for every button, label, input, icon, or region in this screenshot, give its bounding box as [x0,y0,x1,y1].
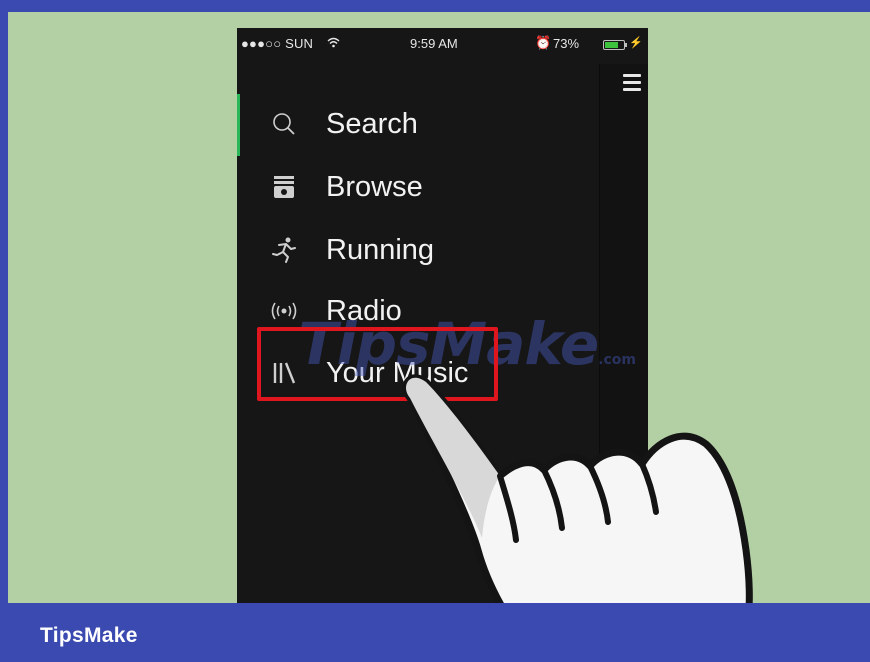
battery-percent: 73% [553,36,580,51]
illustration-canvas: ●●●○○ SUN 9:59 AM ⏰ 73% ⚡ Search Browse … [8,12,870,603]
battery-icon [603,40,625,50]
alarm-icon: ⏰ [535,35,552,50]
radio-icon [271,302,297,320]
carrier-label: ●●●○○ SUN [241,36,314,51]
menu-item-label: Search [326,108,418,140]
battery-fill [605,42,618,48]
battery-tip [625,43,627,47]
running-icon [272,237,296,263]
menu-item-label: Browse [326,171,423,203]
browse-icon [274,176,294,198]
status-time: 9:59 AM [410,36,458,51]
frame-left [0,0,8,662]
hamburger-line [623,88,641,91]
menu-item-running[interactable]: Running [237,225,597,275]
footer-brand: TipsMake [40,624,138,647]
menu-item-label: Radio [326,295,402,327]
search-icon [273,113,295,135]
menu-item-browse[interactable]: Browse [237,162,597,212]
frame-top [0,0,870,12]
pointing-hand-icon [402,374,753,603]
hamburger-menu-icon[interactable] [623,74,641,95]
hamburger-line [623,81,641,84]
footer-bar: TipsMake [0,603,870,662]
status-bar: ●●●○○ SUN 9:59 AM ⏰ 73% ⚡ [237,28,648,64]
hamburger-line [623,74,641,77]
wifi-icon [327,37,340,48]
bolt-icon: ⚡ [629,37,643,49]
menu-item-search[interactable]: Search [237,99,597,149]
menu-item-label: Running [326,234,435,266]
